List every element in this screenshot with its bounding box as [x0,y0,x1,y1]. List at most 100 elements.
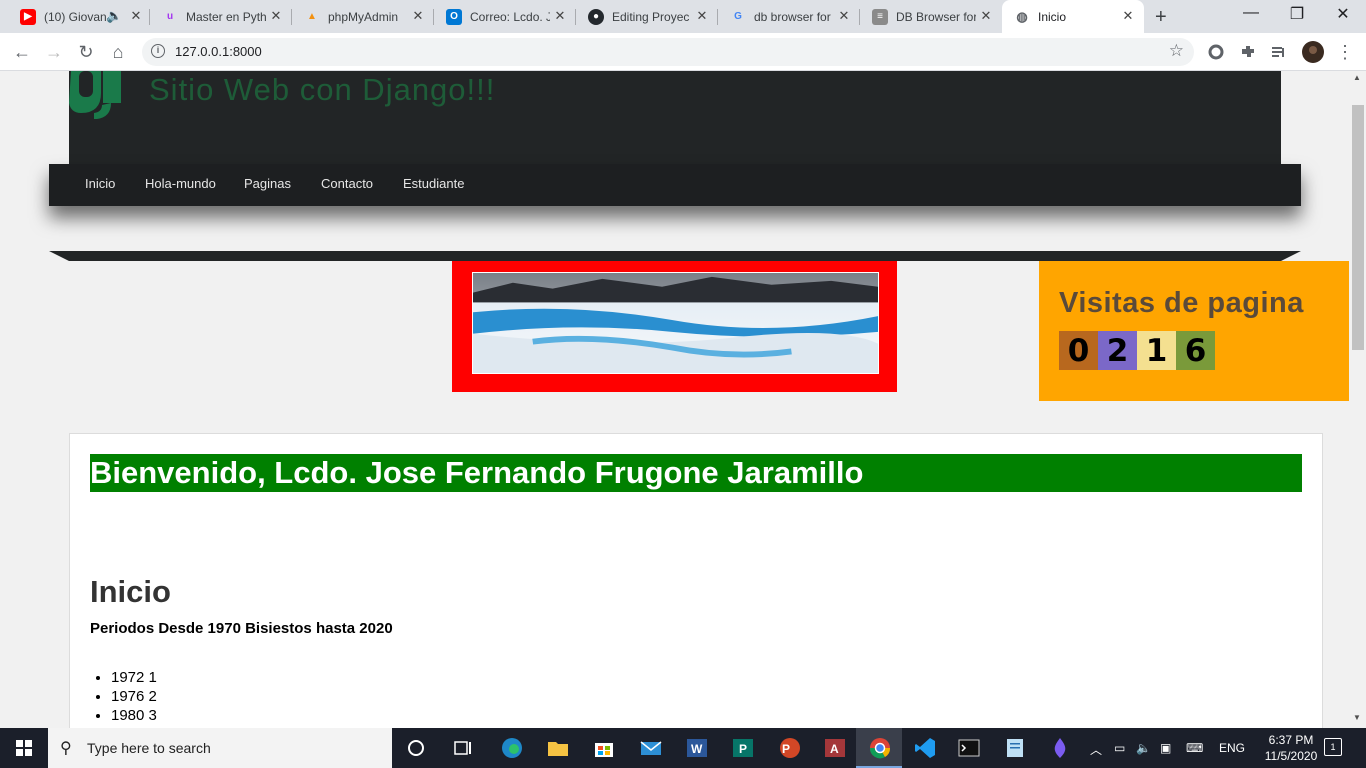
bookmark-star-icon[interactable]: ☆ [1169,41,1184,61]
publisher-icon[interactable]: P [731,736,755,760]
chrome-icon[interactable] [868,736,892,760]
task-view-icon[interactable] [451,736,475,760]
paint3d-icon[interactable] [1048,736,1072,760]
windows-taskbar: ⚲ Type here to search W P P A ︿ ▭ 🔈 ▣ ⌨ … [0,728,1366,768]
udemy-icon: u [166,11,174,22]
network-icon[interactable]: ▣ [1160,741,1171,755]
battery-icon[interactable]: ▭ [1114,741,1125,755]
globe-icon: ◍ [1016,9,1028,24]
vscode-icon[interactable] [913,736,937,760]
notepad-icon[interactable] [1003,736,1027,760]
extension-circle-icon[interactable] [1207,43,1225,61]
nav-contacto[interactable]: Contacto [321,176,373,191]
tab-outlook[interactable]: O Correo: Lcdo. J ✕ [434,0,576,33]
new-tab-button[interactable]: + [1155,6,1167,29]
nav-hola-mundo[interactable]: Hola-mundo [145,176,216,191]
google-icon: G [734,11,742,22]
site-info-icon[interactable]: i [151,44,165,58]
list-item: 1976 2 [111,688,157,707]
close-window-icon[interactable]: ✕ [1320,4,1366,24]
file-explorer-icon[interactable] [546,736,570,760]
tab-google[interactable]: G db browser for ✕ [718,0,860,33]
github-icon: ● [588,9,604,25]
language-indicator[interactable]: ENG [1219,741,1245,755]
scroll-thumb[interactable] [1352,105,1364,350]
search-icon: ⚲ [60,740,72,757]
system-clock[interactable]: 6:37 PM 11/5/2020 [1258,732,1324,764]
mail-icon[interactable] [639,736,663,760]
close-tab-icon[interactable]: ✕ [694,8,710,24]
word-icon[interactable]: W [685,736,709,760]
restore-icon[interactable]: ❐ [1274,4,1320,24]
close-tab-icon[interactable]: ✕ [128,8,144,24]
search-placeholder[interactable]: Type here to search [87,740,211,756]
site-header: Sitio Web con Django!!! [69,71,1281,164]
home-icon[interactable]: ⌂ [107,41,129,63]
back-icon[interactable]: ← [11,41,33,63]
tab-label: Editing Proyec [612,10,690,24]
extensions-puzzle-icon[interactable] [1239,43,1257,61]
notification-center-icon[interactable]: 1 [1324,738,1342,756]
list-item: 1972 1 [111,669,157,688]
svg-text:W: W [691,742,703,756]
clock-date: 11/5/2020 [1264,749,1318,763]
tab-db-browser[interactable]: ≡ DB Browser for ✕ [860,0,1002,33]
cortana-icon[interactable] [404,736,428,760]
close-tab-icon[interactable]: ✕ [1120,8,1136,24]
header-ribbon [49,251,1301,261]
tab-label: Correo: Lcdo. J [470,10,550,24]
close-tab-icon[interactable]: ✕ [268,8,284,24]
edge-icon[interactable] [500,736,524,760]
terminal-icon[interactable] [957,736,981,760]
access-icon[interactable]: A [823,736,847,760]
tab-label: db browser for [754,10,831,24]
tab-label: DB Browser for [896,10,976,24]
visits-title: Visitas de pagina [1059,287,1304,319]
powerpoint-icon[interactable]: P [777,736,801,760]
windows-start-icon[interactable] [0,728,48,768]
close-tab-icon[interactable]: ✕ [978,8,994,24]
tab-youtube[interactable]: ▶ (10) Giovan 🔈 ✕ [0,0,150,33]
audio-icon[interactable]: 🔈 [106,8,122,24]
taskbar-search[interactable]: ⚲ Type here to search [48,728,392,768]
chevron-up-icon[interactable]: ︿ [1090,741,1102,758]
phpmyadmin-icon: ▲ [307,11,317,22]
url-text[interactable]: 127.0.0.1:8000 [175,44,262,59]
tab-label: phpMyAdmin [328,10,399,24]
nav-paginas[interactable]: Paginas [244,176,291,191]
tab-inicio-active[interactable]: ◍ Inicio ✕ [1002,0,1144,33]
close-tab-icon[interactable]: ✕ [836,8,852,24]
address-bar[interactable]: i 127.0.0.1:8000 ☆ [142,38,1194,66]
scroll-up-icon[interactable]: ▲ [1353,73,1361,82]
nav-inicio[interactable]: Inicio [85,176,115,191]
youtube-icon: ▶ [20,9,36,25]
counter-digit: 6 [1176,331,1215,370]
counter-digit: 0 [1059,331,1098,370]
tab-udemy[interactable]: u Master en Pyth ✕ [150,0,292,33]
glacier-banner-image [472,272,879,374]
django-logo-icon [69,71,121,119]
minimize-icon[interactable]: — [1228,4,1274,22]
browser-tab-strip: ▶ (10) Giovan 🔈 ✕ u Master en Pyth ✕ ▲ p… [0,0,1366,33]
store-icon[interactable] [592,736,616,760]
page-scrollbar[interactable]: ▲ ▼ [1350,71,1366,728]
counter-digit: 2 [1098,331,1137,370]
tab-phpmyadmin[interactable]: ▲ phpMyAdmin ✕ [292,0,434,33]
reload-icon[interactable]: ↻ [75,41,97,63]
volume-icon[interactable]: 🔈 [1136,741,1151,755]
svg-text:A: A [830,742,839,756]
menu-kebab-icon[interactable]: ⋮ [1334,41,1356,63]
outlook-icon: O [446,9,462,25]
leap-year-list: 1972 1 1976 2 1980 3 [111,669,157,726]
tab-label: (10) Giovan [44,10,107,24]
close-tab-icon[interactable]: ✕ [552,8,568,24]
media-control-icon[interactable] [1270,43,1288,61]
counter-digit: 1 [1137,331,1176,370]
close-tab-icon[interactable]: ✕ [410,8,426,24]
nav-estudiante[interactable]: Estudiante [403,176,464,191]
forward-icon[interactable]: → [43,41,65,63]
keyboard-icon[interactable]: ⌨ [1186,741,1203,755]
profile-avatar[interactable] [1302,41,1324,63]
scroll-down-icon[interactable]: ▼ [1353,713,1361,722]
tab-github[interactable]: ● Editing Proyec ✕ [576,0,718,33]
